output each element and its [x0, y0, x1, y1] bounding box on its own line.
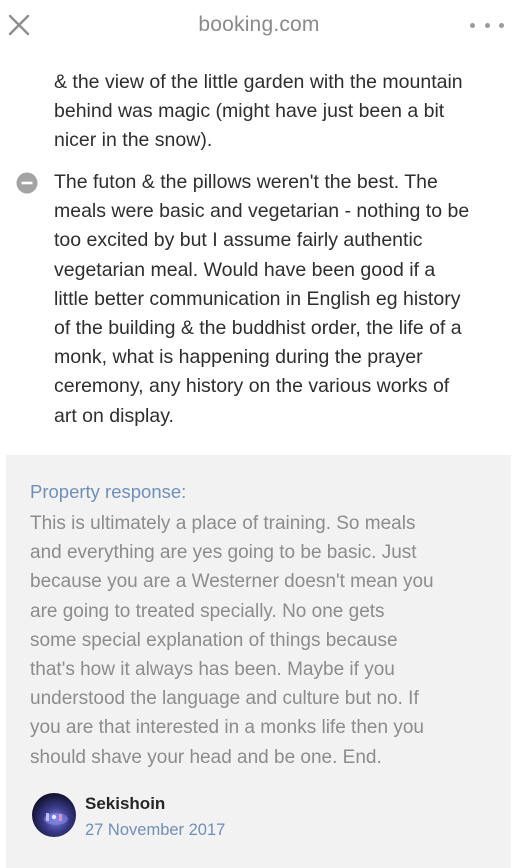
property-response-label: Property response: — [30, 481, 187, 502]
response-line: because you are a Westerner doesn't mean… — [30, 571, 434, 593]
property-response-text: This is ultimately a place of training. … — [30, 509, 508, 772]
response-line: and everything are yes going to be basic… — [30, 542, 417, 564]
response-line: some special explanation of things becau… — [30, 629, 398, 651]
response-line: This is ultimately a place of training. … — [30, 513, 416, 534]
browser-top-bar: booking.com — [0, 0, 518, 50]
more-dot — [499, 22, 504, 28]
negative-line: art on display. — [54, 404, 174, 427]
positive-line: & the view of the little garden with the… — [54, 71, 463, 93]
negative-line: monk, what is happening during the praye… — [54, 346, 423, 369]
property-owner-name[interactable]: Sekishoin — [85, 794, 165, 814]
avatar[interactable] — [32, 793, 76, 837]
negative-line: too excited by but I assume fairly authe… — [54, 229, 423, 252]
response-line: should shave your head and be one. End. — [30, 746, 382, 768]
response-line: you are that interested in a monks life … — [30, 717, 424, 739]
more-options-button[interactable] — [470, 13, 504, 37]
negative-line: meals were basic and vegetarian - nothin… — [54, 200, 470, 223]
positive-line: nicer in the snow). — [54, 129, 213, 152]
response-date: 27 November 2017 — [85, 821, 226, 839]
negative-review-text: The futon & the pillows weren't the best… — [54, 168, 516, 431]
positive-review-text: & the view of the little garden with the… — [54, 68, 516, 156]
response-line: understood the language and culture but … — [30, 688, 419, 710]
avatar-image — [44, 813, 68, 825]
negative-line: little better communication in English e… — [54, 287, 461, 310]
more-dots-icon — [470, 22, 475, 28]
negative-line: of the building & the buddhist order, th… — [54, 317, 462, 340]
property-response-card: Property response: This is ultimately a … — [6, 455, 511, 868]
negative-line: ceremony, any history on the various wor… — [54, 375, 450, 398]
more-dot — [484, 22, 490, 28]
response-line: that's how it always has been. Maybe if … — [30, 659, 395, 681]
page-domain: booking.com — [198, 13, 320, 36]
minus-circle-icon — [16, 172, 38, 194]
negative-line: The futon & the pillows weren't the best… — [54, 171, 438, 193]
positive-line: behind was magic (might have just been a… — [54, 100, 445, 123]
response-line: are going to treated specially. No one g… — [30, 600, 385, 622]
negative-line: vegetarian meal. Would have been good if… — [54, 258, 436, 281]
